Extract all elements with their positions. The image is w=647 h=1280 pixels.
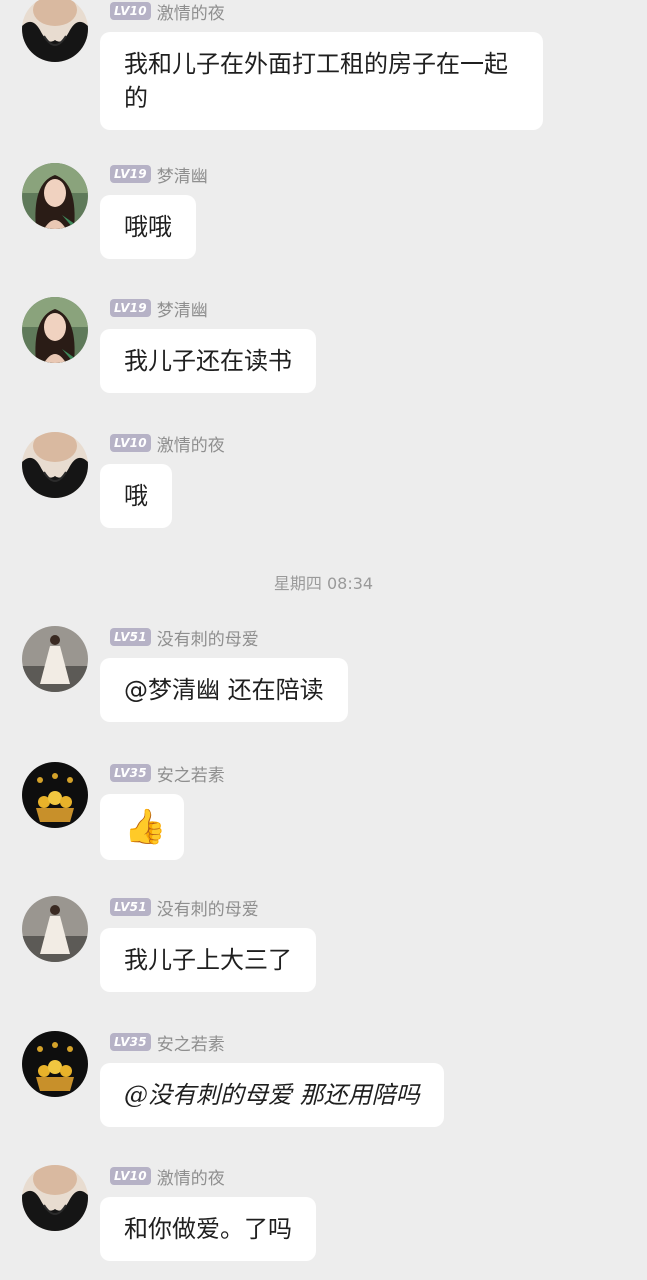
chat-message: LV35 安之若素 @没有刺的母爱 那还用陪吗 <box>0 1031 647 1141</box>
message-bubble[interactable]: 👍 <box>100 794 184 860</box>
message-text: 我儿子还在读书 <box>124 347 292 375</box>
message-text: 我和儿子在外面打工租的房子在一起的 <box>124 50 508 112</box>
message-text: @没有刺的母爱 那还用陪吗 <box>124 1081 420 1109</box>
message-header: LV19 梦清幽 <box>110 296 208 321</box>
message-text: 和你做爱。了吗 <box>124 1215 292 1243</box>
chat-message: LV35 安之若素 👍 <box>0 762 647 872</box>
sender-nickname[interactable]: 没有刺的母爱 <box>157 895 259 920</box>
user-avatar[interactable] <box>22 1031 88 1097</box>
user-avatar[interactable] <box>22 297 88 363</box>
user-avatar[interactable] <box>22 163 88 229</box>
message-bubble[interactable]: 哦哦 <box>100 195 196 259</box>
chat-message: LV51 没有刺的母爱 @梦清幽 还在陪读 <box>0 626 647 736</box>
message-header: LV10 激情的夜 <box>110 1164 225 1189</box>
sender-nickname[interactable]: 梦清幽 <box>157 296 208 321</box>
message-header: LV51 没有刺的母爱 <box>110 895 259 920</box>
chat-message: LV10 激情的夜 和你做爱。了吗 <box>0 1165 647 1275</box>
level-badge: LV51 <box>110 898 151 916</box>
level-badge: LV35 <box>110 764 151 782</box>
message-text: @梦清幽 还在陪读 <box>124 676 324 704</box>
message-bubble[interactable]: @梦清幽 还在陪读 <box>100 658 348 722</box>
message-text: 哦哦 <box>124 213 172 241</box>
level-badge: LV51 <box>110 628 151 646</box>
user-avatar[interactable] <box>22 762 88 828</box>
level-badge: LV10 <box>110 2 151 20</box>
sender-nickname[interactable]: 没有刺的母爱 <box>157 625 259 650</box>
message-bubble[interactable]: 哦 <box>100 464 172 528</box>
level-badge: LV19 <box>110 165 151 183</box>
message-text: 我儿子上大三了 <box>124 946 292 974</box>
chat-message: LV51 没有刺的母爱 我儿子上大三了 <box>0 896 647 1006</box>
message-bubble[interactable]: @没有刺的母爱 那还用陪吗 <box>100 1063 444 1127</box>
message-header: LV35 安之若素 <box>110 1030 225 1055</box>
level-badge: LV10 <box>110 1167 151 1185</box>
chat-message: LV19 梦清幽 我儿子还在读书 <box>0 297 647 407</box>
level-badge: LV10 <box>110 434 151 452</box>
message-header: LV19 梦清幽 <box>110 162 208 187</box>
chat-timestamp: 星期四 08:34 <box>273 574 374 593</box>
thumbs-up-icon: 👍 <box>124 807 167 847</box>
sender-nickname[interactable]: 激情的夜 <box>157 0 225 24</box>
message-bubble[interactable]: 我和儿子在外面打工租的房子在一起的 <box>100 32 543 130</box>
user-avatar[interactable] <box>22 1165 88 1231</box>
user-avatar[interactable] <box>22 0 88 62</box>
sender-nickname[interactable]: 梦清幽 <box>157 162 208 187</box>
user-avatar[interactable] <box>22 626 88 692</box>
message-header: LV51 没有刺的母爱 <box>110 625 259 650</box>
user-avatar[interactable] <box>22 432 88 498</box>
level-badge: LV35 <box>110 1033 151 1051</box>
message-header: LV10 激情的夜 <box>110 431 225 456</box>
message-header: LV35 安之若素 <box>110 761 225 786</box>
chat-message: LV19 梦清幽 哦哦 <box>0 163 647 273</box>
chat-message: LV10 激情的夜 我和儿子在外面打工租的房子在一起的 <box>0 0 647 130</box>
message-bubble[interactable]: 和你做爱。了吗 <box>100 1197 316 1261</box>
sender-nickname[interactable]: 安之若素 <box>157 761 225 786</box>
chat-message: LV10 激情的夜 哦 <box>0 432 647 542</box>
message-text: 哦 <box>124 482 148 510</box>
level-badge: LV19 <box>110 299 151 317</box>
message-bubble[interactable]: 我儿子上大三了 <box>100 928 316 992</box>
sender-nickname[interactable]: 激情的夜 <box>157 1164 225 1189</box>
sender-nickname[interactable]: 激情的夜 <box>157 431 225 456</box>
user-avatar[interactable] <box>22 896 88 962</box>
message-bubble[interactable]: 我儿子还在读书 <box>100 329 316 393</box>
message-header: LV10 激情的夜 <box>110 0 225 24</box>
sender-nickname[interactable]: 安之若素 <box>157 1030 225 1055</box>
